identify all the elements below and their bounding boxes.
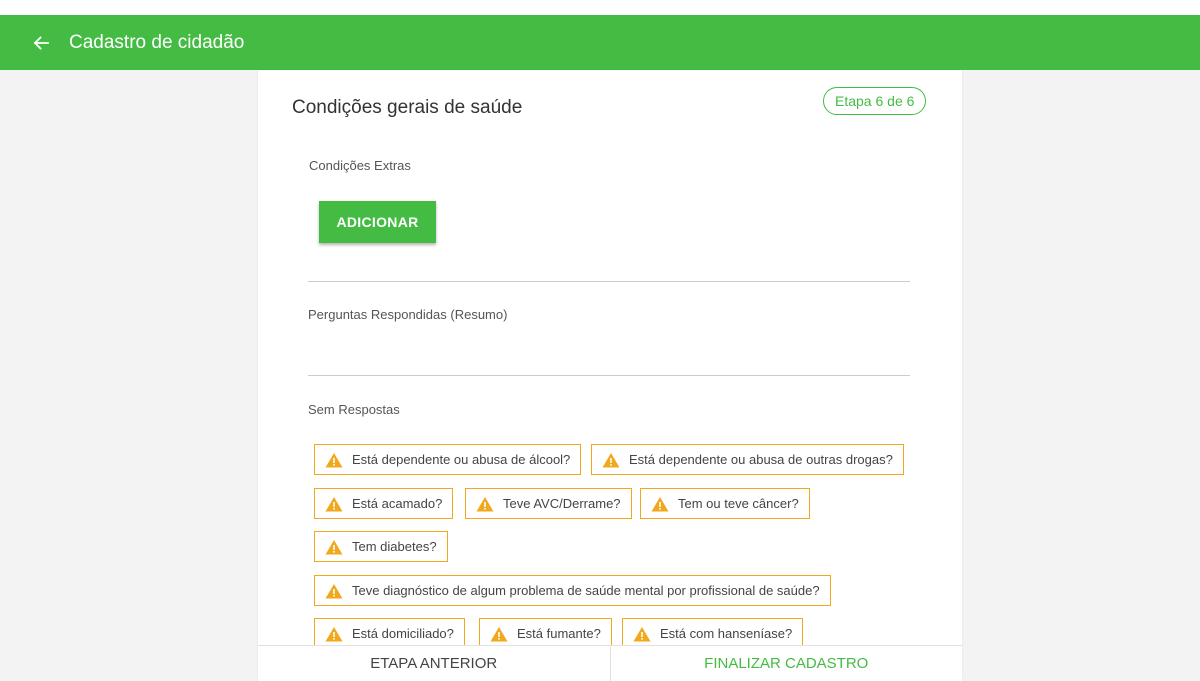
previous-step-button[interactable]: ETAPA ANTERIOR xyxy=(258,646,611,681)
question-chip[interactable]: Tem diabetes? xyxy=(314,531,448,562)
chip-label: Está domiciliado? xyxy=(352,626,454,641)
warning-icon xyxy=(325,626,343,641)
warning-icon xyxy=(476,496,494,511)
back-arrow-icon[interactable] xyxy=(31,33,51,53)
chip-label: Tem ou teve câncer? xyxy=(678,496,799,511)
app-title: Cadastro de cidadão xyxy=(69,31,245,53)
extras-label: Condições Extras xyxy=(309,158,411,173)
question-chip[interactable]: Teve diagnóstico de algum problema de sa… xyxy=(314,575,831,606)
form-card: Condições gerais de saúde Etapa 6 de 6 C… xyxy=(258,70,962,680)
warning-icon xyxy=(325,452,343,467)
finish-registration-button[interactable]: FINALIZAR CADASTRO xyxy=(611,646,963,681)
question-chip[interactable]: Está acamado? xyxy=(314,488,454,519)
chip-label: Teve AVC/Derrame? xyxy=(503,496,621,511)
answered-label: Perguntas Respondidas (Resumo) xyxy=(308,307,508,322)
warning-icon xyxy=(651,496,669,511)
warning-icon xyxy=(325,539,343,554)
chip-label: Está dependente ou abusa de álcool? xyxy=(352,452,571,467)
add-button[interactable]: ADICIONAR xyxy=(319,201,436,243)
question-chip[interactable]: Tem ou teve câncer? xyxy=(640,488,810,519)
question-chip[interactable]: Teve AVC/Derrame? xyxy=(465,488,632,519)
status-strip xyxy=(0,0,1200,15)
unanswered-label: Sem Respostas xyxy=(308,402,400,417)
section-title: Condições gerais de saúde xyxy=(292,97,523,118)
chip-label: Está fumante? xyxy=(517,626,601,641)
chip-label: Tem diabetes? xyxy=(352,539,437,554)
step-badge: Etapa 6 de 6 xyxy=(823,87,927,115)
warning-icon xyxy=(490,626,508,641)
divider xyxy=(308,375,910,376)
app-bar: Cadastro de cidadão xyxy=(0,15,1200,70)
divider xyxy=(308,281,910,282)
warning-icon xyxy=(633,626,651,641)
warning-icon xyxy=(602,452,620,467)
bottom-navigation: ETAPA ANTERIOR FINALIZAR CADASTRO xyxy=(258,645,962,681)
chip-label: Está acamado? xyxy=(352,496,443,511)
chip-label: Teve diagnóstico de algum problema de sa… xyxy=(352,583,820,598)
chip-label: Está com hanseníase? xyxy=(660,626,793,641)
question-chip[interactable]: Está dependente ou abusa de outras droga… xyxy=(591,444,904,475)
warning-icon xyxy=(325,496,343,511)
warning-icon xyxy=(325,583,343,598)
question-chip[interactable]: Está dependente ou abusa de álcool? xyxy=(314,444,582,475)
chip-label: Está dependente ou abusa de outras droga… xyxy=(629,452,893,467)
